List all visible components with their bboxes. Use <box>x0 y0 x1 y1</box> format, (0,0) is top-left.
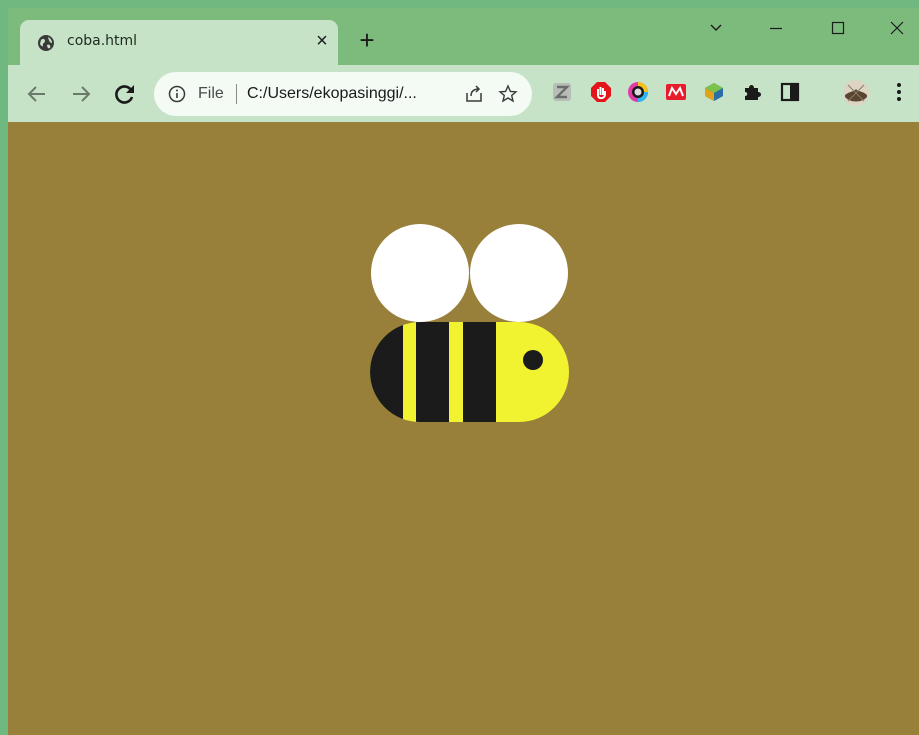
tab-coba-html[interactable]: coba.html × <box>20 20 338 65</box>
arrow-right-icon[interactable] <box>68 81 94 107</box>
bee-stripe <box>463 322 496 422</box>
minimize-button[interactable] <box>756 16 796 42</box>
bee-left-wing <box>371 224 469 322</box>
chevron-down-icon <box>710 24 722 31</box>
bee-stripe <box>416 322 449 422</box>
puzzle-icon[interactable] <box>741 81 763 103</box>
url-text[interactable]: C:/Users/ekopasinggi/... <box>247 85 417 103</box>
adblock-icon[interactable] <box>590 81 612 103</box>
tab-title: coba.html <box>67 33 138 49</box>
maximize-icon <box>831 21 845 35</box>
bookmark-star-icon[interactable] <box>498 84 518 104</box>
tab-close-button[interactable]: × <box>311 28 333 54</box>
maximize-button[interactable] <box>818 16 858 42</box>
address-bar[interactable]: File C:/Users/ekopasinggi/... <box>154 72 532 116</box>
close-icon <box>890 21 904 35</box>
kebab-menu-icon[interactable] <box>891 81 907 103</box>
globe-extension-icon[interactable] <box>703 81 725 103</box>
bee-right-wing <box>470 224 568 322</box>
new-tab-button[interactable]: + <box>354 27 380 54</box>
bee-eye <box>523 350 543 370</box>
globe-icon <box>38 35 54 51</box>
z-extension-icon[interactable] <box>551 81 573 103</box>
page-content <box>8 122 919 735</box>
minimize-icon <box>770 27 782 30</box>
side-panel-icon[interactable] <box>779 81 801 103</box>
close-window-button[interactable] <box>877 16 917 42</box>
info-icon[interactable] <box>168 85 186 103</box>
bee-stripe <box>370 322 403 422</box>
profile-avatar-icon[interactable] <box>842 79 870 107</box>
bee-body <box>370 322 569 422</box>
arrow-left-icon[interactable] <box>24 81 50 107</box>
title-bar: coba.html × + <box>8 8 919 65</box>
share-icon[interactable] <box>464 84 484 104</box>
url-scheme-label: File <box>198 85 224 102</box>
color-picker-icon[interactable] <box>627 81 649 103</box>
browser-window: coba.html × + File C:/Users/ekopasinggi/… <box>8 8 919 735</box>
url-separator <box>236 84 237 104</box>
mendeley-icon[interactable] <box>665 81 687 103</box>
reload-icon[interactable] <box>112 81 138 107</box>
tab-search-button[interactable] <box>696 16 736 42</box>
